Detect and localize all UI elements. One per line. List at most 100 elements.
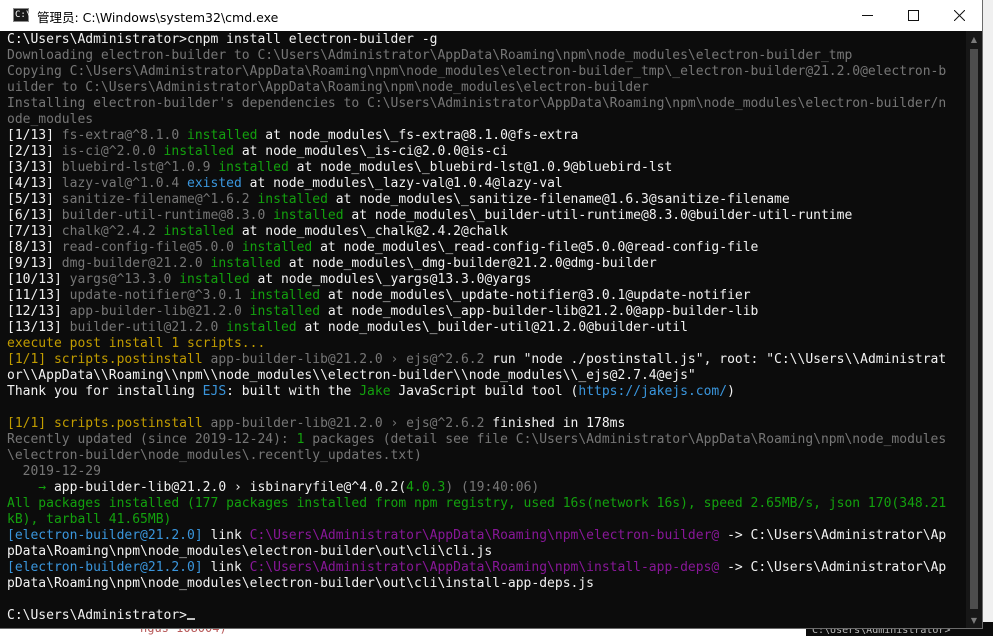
console-text: ode_modules	[7, 112, 94, 127]
minimize-button[interactable]	[844, 0, 890, 31]
console-text: installed	[179, 272, 250, 287]
console-text: sanitize-filename@^1.6.2	[61, 192, 258, 207]
console-text: installed	[218, 160, 289, 175]
console-text: dmg-builder@21.2.0	[61, 256, 211, 271]
console-line: pData\Roaming\npm\node_modules\electron-…	[7, 576, 946, 592]
cmd-window[interactable]: C:\ 管理员: C:\Windows\system32\cmd.exe C:\…	[0, 0, 982, 628]
console-line: \electron-builder\node_modules\.recently…	[7, 448, 946, 464]
console-line: [11/13] update-notifier@^3.0.1 installed…	[7, 288, 946, 304]
console-text: installed	[249, 288, 321, 303]
console-text: at node_modules\_chalk@2.4.2@chalk	[234, 224, 508, 239]
console-line: uilder to C:\Users\Administrator\AppData…	[7, 80, 946, 96]
console-text: at node_modules\_is-ci@2.0.0@is-ci	[234, 144, 508, 159]
console-text: C:\Users\Administrator\AppData\Roaming\n…	[249, 560, 720, 575]
console-text: [1/13]	[7, 128, 62, 143]
console-line: C:\Users\Administrator>cnpm install elec…	[7, 32, 946, 48]
console-text: Thank you for installing	[7, 384, 203, 399]
console-text: app-builder-lib@21.2.0	[69, 304, 250, 319]
console-text: [1/1] scripts.postinstall	[7, 416, 203, 431]
console-line: [1/1] scripts.postinstall app-builder-li…	[7, 352, 946, 368]
console-text: at node_modules\_builder-util-runtime@8.…	[343, 208, 853, 223]
console-line: pData\Roaming\npm\node_modules\electron-…	[7, 544, 946, 560]
console-text: [4/13]	[7, 176, 62, 191]
console-text: app-builder-lib@21.2.0 › ejs@^2.6.2	[202, 352, 493, 367]
console-text: [6/13]	[7, 208, 62, 223]
console-text: app-builder-lib@21.2.0 › ejs@^2.6.2	[202, 416, 493, 431]
console-text: is-ci@^2.0.0	[61, 144, 164, 159]
console-text: -> C:\Users\Administrator\Ap	[719, 560, 947, 575]
close-button[interactable]	[936, 0, 982, 31]
cmd-icon-text: C:\	[15, 10, 32, 20]
console-text: lazy-val@^1.0.4	[61, 176, 188, 191]
console-line: or\\AppData\\Roaming\\npm\\node_modules\…	[7, 368, 946, 384]
console-line: Installing electron-builder's dependenci…	[7, 96, 946, 112]
console-text: builder-util-runtime@8.3.0	[61, 208, 274, 223]
console-line: → app-builder-lib@21.2.0 › isbinaryfile@…	[7, 480, 946, 496]
console-text: Recently updated (since 2019-12-24):	[7, 432, 297, 447]
console-text: installed	[187, 128, 258, 143]
console-text: fs-extra@^8.1.0	[61, 128, 188, 143]
console-text: installed	[163, 144, 234, 159]
console-text: at node_modules\_fs-extra@8.1.0@fs-extra	[257, 128, 579, 143]
title-bar[interactable]: C:\ 管理员: C:\Windows\system32\cmd.exe	[0, 0, 982, 31]
cmd-app-icon[interactable]: C:\	[13, 8, 32, 22]
console-text: finished in 178ms	[492, 416, 626, 431]
console-line: [6/13] builder-util-runtime@8.3.0 instal…	[7, 208, 946, 224]
console-text: [10/13]	[7, 272, 70, 287]
console-text: chalk@^2.4.2	[61, 224, 164, 239]
maximize-button[interactable]	[890, 0, 936, 31]
scroll-up-icon[interactable]: ▲	[966, 31, 982, 47]
console-text: bluebird-lst@^1.0.9	[61, 160, 219, 175]
console-line: [12/13] app-builder-lib@21.2.0 installed…	[7, 304, 946, 320]
console-text: Jake	[359, 384, 391, 399]
console-text: ) (19:40:06)	[445, 480, 540, 495]
console-text: update-notifier@^3.0.1	[69, 288, 250, 303]
console-text: : built with the	[226, 384, 360, 399]
console-text: yargs@^13.3.0	[69, 272, 180, 287]
vertical-scrollbar[interactable]: ▲ ▼	[966, 31, 982, 628]
console-line: [1/1] scripts.postinstall app-builder-li…	[7, 416, 946, 432]
console-text: [5/13]	[7, 192, 62, 207]
console-text: [8/13]	[7, 240, 62, 255]
console-line: [9/13] dmg-builder@21.2.0 installed at n…	[7, 256, 946, 272]
minimize-icon	[861, 15, 873, 16]
console-text: run "node ./postinstall.js", root: "C:\\…	[492, 352, 947, 367]
console-text: C:\Users\Administrator>cnpm install elec…	[7, 32, 438, 47]
console-text: existed	[187, 176, 242, 191]
console-text: [7/13]	[7, 224, 62, 239]
console-text: C:\Users\Administrator\AppData\Roaming\n…	[249, 528, 720, 543]
console-text: at node_modules\_bluebird-lst@1.0.9@blue…	[288, 160, 673, 175]
console-text: installed	[210, 256, 281, 271]
console-text: [1/1] scripts.postinstall	[7, 352, 203, 367]
console-text: packages (detail see file C:\Users\Admin…	[304, 432, 947, 447]
console-text: Downloading electron-builder to C:\Users…	[7, 48, 853, 63]
console-text: pData\Roaming\npm\node_modules\electron-…	[7, 576, 594, 591]
console-text: JavaScript build tool (	[390, 384, 579, 399]
console-text: at node_modules\_lazy-val@1.0.4@lazy-val	[241, 176, 563, 191]
window-title: 管理员: C:\Windows\system32\cmd.exe	[37, 10, 279, 25]
console-line: Copying C:\Users\Administrator\AppData\R…	[7, 64, 946, 80]
console-line: [3/13] bluebird-lst@^1.0.9 installed at …	[7, 160, 946, 176]
console-text: at node_modules\_read-config-file@5.0.0@…	[312, 240, 759, 255]
console-text: [2/13]	[7, 144, 62, 159]
console-line: [electron-builder@21.2.0] link C:\Users\…	[7, 560, 946, 576]
console-line: All packages installed (177 packages ins…	[7, 496, 946, 512]
console-line: [4/13] lazy-val@^1.0.4 existed at node_m…	[7, 176, 946, 192]
console-line: C:\Users\Administrator>	[7, 608, 946, 624]
console-text: at node_modules\_update-notifier@3.0.1@u…	[320, 288, 751, 303]
console-output[interactable]: C:\Users\Administrator>cnpm install elec…	[0, 31, 966, 628]
console-text: )	[727, 384, 735, 399]
scrollbar-thumb[interactable]	[970, 49, 978, 609]
console-text: installed	[241, 240, 313, 255]
scroll-down-icon[interactable]: ▼	[966, 612, 982, 628]
console-text: at node_modules\_dmg-builder@21.2.0@dmg-…	[280, 256, 657, 271]
console-text: All packages installed (177 packages ins…	[7, 496, 947, 511]
console-text: execute post install 1 scripts...	[7, 336, 266, 351]
console-text: EJS	[202, 384, 227, 399]
console-text: [electron-builder@21.2.0]	[7, 528, 203, 543]
text-cursor	[187, 618, 196, 620]
console-text: Installing electron-builder's dependenci…	[7, 96, 947, 111]
console-text: link	[202, 528, 250, 543]
console-text: [9/13]	[7, 256, 62, 271]
console-text: link	[202, 560, 250, 575]
